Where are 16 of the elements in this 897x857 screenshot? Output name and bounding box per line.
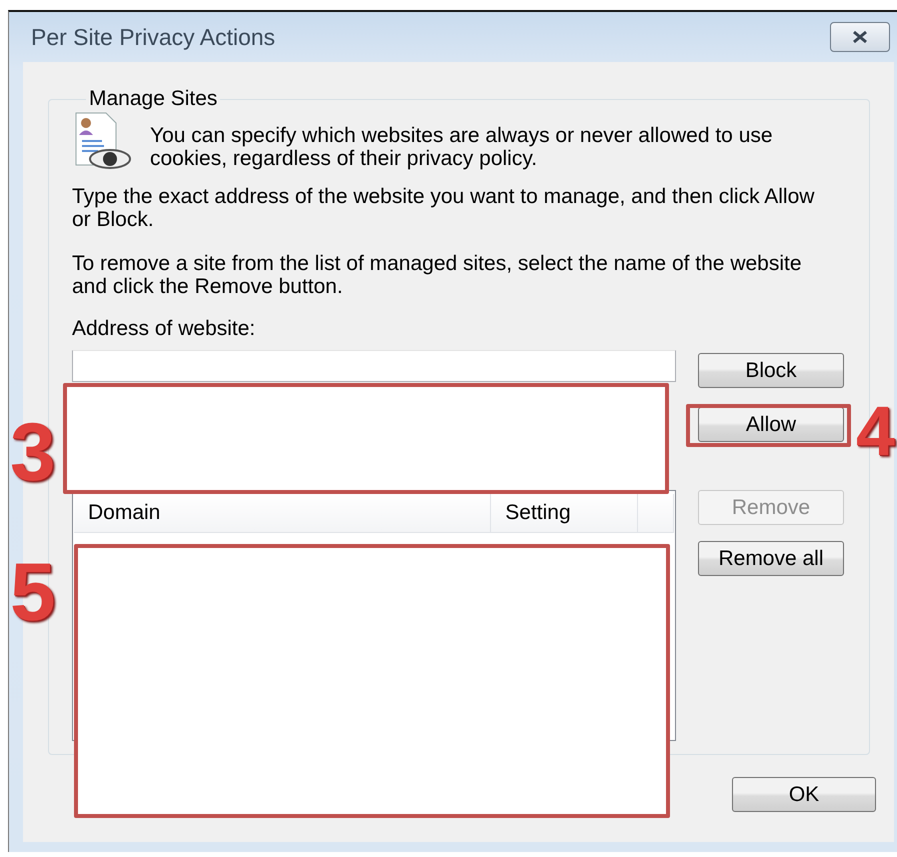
intro-text: You can specify which websites are always or never allowed to use cookies, regardless of their privacy policy. [150, 124, 774, 170]
address-field[interactable] [72, 350, 676, 382]
annotation-number: 3 [10, 412, 56, 494]
action-button[interactable]: Remove all [698, 541, 844, 576]
close-button[interactable] [830, 22, 890, 52]
group-title: Manage Sites [88, 87, 218, 111]
action-button[interactable]: Allow [698, 407, 844, 442]
annotation-number: 4 [856, 396, 895, 466]
field-label: Address of website: [72, 317, 256, 340]
annotation-number: 5 [10, 552, 56, 634]
window-title: Per Site Privacy Actions [31, 24, 276, 50]
instruction-text: To remove a site from the list of managed sites, select the name of the website and click the Remove button. [72, 252, 803, 298]
action-button[interactable]: Block [698, 353, 844, 388]
instruction-text: Type the exact address of the website you want to manage, and then click Allow or Block. [72, 185, 816, 231]
ok-button[interactable]: OK [732, 777, 876, 812]
close-icon [852, 30, 868, 44]
